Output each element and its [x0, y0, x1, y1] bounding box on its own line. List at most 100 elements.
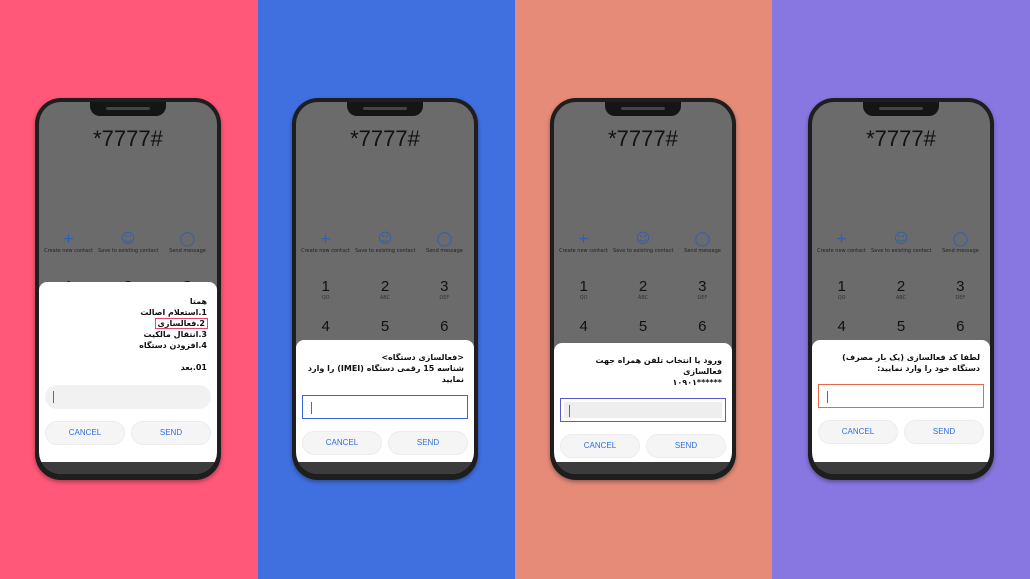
- action-message[interactable]: ◯ Send message: [158, 230, 217, 254]
- ussd-dialog: ورود یا انتخاب تلفن همراه جهت فعالسازی **…: [554, 343, 732, 462]
- nav-bar: [39, 462, 217, 474]
- person-icon: ☺: [635, 231, 651, 247]
- cancel-button[interactable]: CANCEL: [818, 420, 898, 444]
- action-plus[interactable]: + Create new contact: [39, 230, 98, 254]
- key-2[interactable]: 2ABC: [881, 278, 921, 318]
- action-label: Save to existing contact: [871, 248, 932, 254]
- phone-4: *7777# + Create new contact ☺ Save to existi…: [808, 98, 994, 480]
- phone-screen: *7777# + Create new contact ☺ Save to existi…: [39, 102, 217, 474]
- key-3[interactable]: 3DEF: [424, 278, 464, 318]
- key-digit: 1: [321, 278, 330, 295]
- action-person[interactable]: ☺ Save to existing contact: [871, 230, 931, 254]
- line-text: 4.افزودن دستگاه: [139, 341, 207, 350]
- ussd-input[interactable]: [818, 384, 984, 408]
- dialer-actions: + Create new contact ☺ Save to existing con…: [39, 230, 217, 254]
- action-message[interactable]: ◯ Send message: [931, 230, 990, 254]
- phone-3: *7777# + Create new contact ☺ Save to existi…: [550, 98, 736, 480]
- key-letters: QO: [321, 295, 330, 301]
- key-digit: 5: [380, 318, 390, 335]
- key-digit: 1: [837, 278, 846, 295]
- dialer-actions: + Create new contact ☺ Save to existing con…: [812, 230, 990, 254]
- key-digit: 4: [321, 318, 330, 335]
- key-letters: QO: [837, 295, 846, 301]
- action-label: Create new contact: [301, 248, 350, 254]
- key-1[interactable]: 1QO: [306, 278, 346, 318]
- message-line: 4.افزودن دستگاه: [49, 340, 207, 351]
- person-icon: ☺: [893, 231, 909, 247]
- ussd-input[interactable]: [560, 398, 726, 422]
- key-letters: DEF: [955, 295, 966, 301]
- message-icon: ◯: [179, 231, 196, 247]
- key-letters: DEF: [439, 295, 450, 301]
- message-line: ******۱۰۹۰۱: [564, 377, 722, 388]
- cancel-button[interactable]: CANCEL: [302, 431, 382, 455]
- plus-icon: +: [62, 231, 75, 247]
- action-message[interactable]: ◯ Send message: [415, 230, 474, 254]
- key-digit: 4: [837, 318, 846, 335]
- key-1[interactable]: 1QO: [564, 278, 604, 318]
- key-digit: 1: [579, 278, 588, 295]
- ussd-dialog: لطفا کد فعالسازی (یک بار مصرف) دستگاه خو…: [812, 340, 990, 462]
- phone-1: *7777# + Create new contact ☺ Save to existi…: [35, 98, 221, 480]
- dialer-actions: + Create new contact ☺ Save to existing con…: [554, 230, 732, 254]
- action-plus[interactable]: + Create new contact: [812, 230, 871, 254]
- action-label: Create new contact: [817, 248, 866, 254]
- action-plus[interactable]: + Create new contact: [296, 230, 355, 254]
- action-person[interactable]: ☺ Save to existing contact: [98, 230, 158, 254]
- phone-screen: *7777# + Create new contact ☺ Save to existi…: [296, 102, 474, 474]
- key-2[interactable]: 2ABC: [623, 278, 663, 318]
- message-line: ورود یا انتخاب تلفن همراه جهت فعالسازی: [564, 355, 722, 377]
- line-text: ******۱۰۹۰۱: [672, 378, 722, 387]
- key-letters: ABC: [379, 295, 391, 301]
- line-text: شناسه 15 رقمی دستگاه (IMEI) را وارد نمای…: [307, 364, 464, 384]
- line-text: همتا: [189, 297, 207, 306]
- notch: [605, 102, 681, 116]
- key-digit: 2: [380, 278, 390, 295]
- key-3[interactable]: 3DEF: [682, 278, 722, 318]
- dialed-number: *7777#: [350, 126, 420, 151]
- send-button[interactable]: SEND: [388, 431, 468, 455]
- notch: [347, 102, 423, 116]
- message-line: شناسه 15 رقمی دستگاه (IMEI) را وارد نمای…: [306, 363, 464, 385]
- highlighted-option: 2.فعالسازی: [154, 318, 209, 329]
- message-line: 01.بعد: [49, 362, 207, 373]
- ussd-dialog: همتا 1.استعلام اصالت 2.فعالسازی 3.انتقال ما…: [39, 282, 217, 462]
- dialed-number: *7777#: [866, 126, 936, 151]
- notch: [90, 102, 166, 116]
- action-label: Send message: [169, 248, 206, 254]
- person-icon: ☺: [120, 231, 136, 247]
- key-digit: 5: [896, 318, 906, 335]
- message-icon: ◯: [436, 231, 453, 247]
- cancel-button[interactable]: CANCEL: [45, 421, 125, 445]
- plus-icon: +: [577, 231, 590, 247]
- key-2[interactable]: 2ABC: [365, 278, 405, 318]
- send-button[interactable]: SEND: [646, 434, 726, 458]
- action-label: Send message: [684, 248, 721, 254]
- action-message[interactable]: ◯ Send message: [673, 230, 732, 254]
- key-digit: 5: [638, 318, 648, 335]
- key-letters: ABC: [895, 295, 907, 301]
- send-button[interactable]: SEND: [131, 421, 211, 445]
- dialed-number: *7777#: [608, 126, 678, 151]
- key-3[interactable]: 3DEF: [940, 278, 980, 318]
- person-icon: ☺: [377, 231, 393, 247]
- key-letters: ABC: [637, 295, 649, 301]
- ussd-message: لطفا کد فعالسازی (یک بار مصرف) دستگاه خو…: [812, 352, 990, 374]
- action-plus[interactable]: + Create new contact: [554, 230, 613, 254]
- key-digit: 3: [698, 278, 707, 295]
- action-person[interactable]: ☺ Save to existing contact: [355, 230, 415, 254]
- message-line: 1.استعلام اصالت: [49, 307, 207, 318]
- dialer-actions: + Create new contact ☺ Save to existing con…: [296, 230, 474, 254]
- message-line: لطفا کد فعالسازی (یک بار مصرف) دستگاه خو…: [822, 352, 980, 374]
- message-icon: ◯: [952, 231, 969, 247]
- message-line: همتا: [49, 296, 207, 307]
- message-line: [49, 351, 207, 362]
- send-button[interactable]: SEND: [904, 420, 984, 444]
- ussd-input[interactable]: [302, 395, 468, 419]
- ussd-input[interactable]: [45, 385, 211, 409]
- action-person[interactable]: ☺ Save to existing contact: [613, 230, 673, 254]
- dialed-number: *7777#: [93, 126, 163, 151]
- phone-screen: *7777# + Create new contact ☺ Save to existi…: [554, 102, 732, 474]
- key-1[interactable]: 1QO: [822, 278, 862, 318]
- cancel-button[interactable]: CANCEL: [560, 434, 640, 458]
